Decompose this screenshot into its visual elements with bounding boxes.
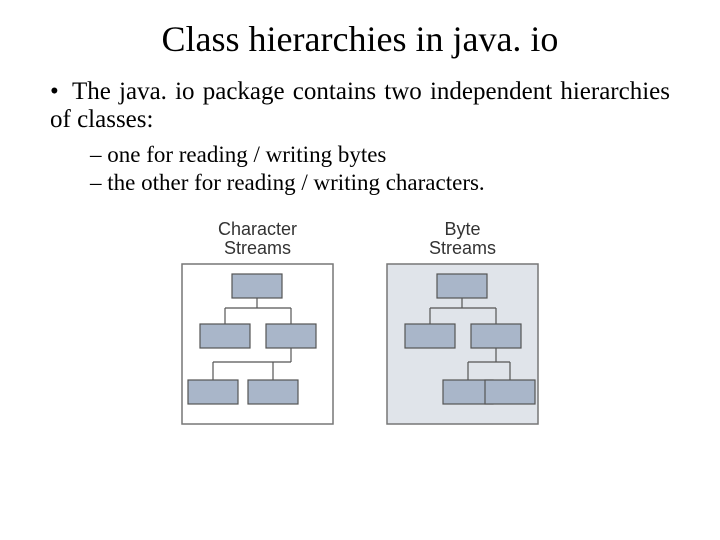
character-streams-tree-icon	[180, 262, 335, 427]
bullet-dot-icon: •	[50, 78, 72, 106]
byte-label-line1: Byte	[444, 219, 480, 239]
main-bullet: •The java. io package contains two indep…	[50, 78, 670, 134]
byte-label-line2: Streams	[429, 238, 496, 258]
sub-bullet-1: – one for reading / writing bytes	[90, 142, 670, 168]
byte-streams-tree-icon	[385, 262, 540, 427]
byte-streams-label: Byte Streams	[429, 220, 496, 258]
char-label-line2: Streams	[224, 238, 291, 258]
char-label-line1: Character	[218, 219, 297, 239]
sub-bullet-1-text: one for reading / writing bytes	[107, 142, 386, 167]
slide: Class hierarchies in java. io •The java.…	[0, 0, 720, 427]
diagram-area: Character Streams	[50, 220, 670, 427]
sub-bullet-list: – one for reading / writing bytes – the …	[90, 142, 670, 196]
sub-bullet-2-text: the other for reading / writing characte…	[107, 170, 484, 195]
byte-streams-block: Byte Streams	[385, 220, 540, 427]
character-streams-block: Character Streams	[180, 220, 335, 427]
character-streams-label: Character Streams	[218, 220, 297, 258]
sub-bullet-2: – the other for reading / writing charac…	[90, 170, 670, 196]
main-bullet-text: The java. io package contains two indepe…	[50, 78, 670, 133]
slide-title: Class hierarchies in java. io	[50, 18, 670, 60]
